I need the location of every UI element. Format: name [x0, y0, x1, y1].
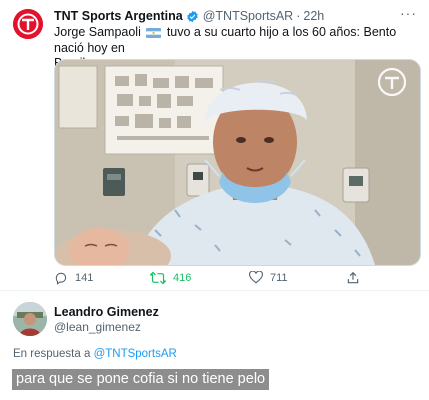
argentina-flag-icon [146, 28, 162, 38]
separator-dot: · [296, 9, 301, 23]
retweet-icon [150, 271, 166, 285]
in-reply-prefix: En respuesta a [13, 348, 91, 360]
like-action[interactable]: 711 [249, 271, 288, 284]
author-handle[interactable]: @TNTSportsAR [203, 9, 293, 23]
in-reply-to: En respuesta a @TNTSportsAR [13, 348, 177, 360]
retweet-count: 416 [173, 272, 192, 284]
more-options-icon[interactable]: ··· [400, 6, 417, 20]
divider [0, 290, 429, 291]
tweet-text-part1: Jorge Sampaoli [54, 25, 141, 39]
retweet-action[interactable]: 416 [150, 271, 191, 285]
share-action[interactable] [346, 271, 360, 285]
tweet-card[interactable]: TNT Sports Argentina @TNTSportsAR · 22h … [0, 0, 429, 289]
share-icon [347, 271, 359, 284]
tweet-actions: 141 416 711 [54, 271, 384, 287]
reply-author-avatar[interactable] [13, 302, 47, 336]
reply-icon [55, 272, 67, 285]
author-name[interactable]: TNT Sports Argentina [54, 9, 183, 23]
tnt-sports-avatar[interactable] [13, 9, 43, 39]
reply-count: 141 [75, 272, 94, 284]
reply-author-name[interactable]: Leandro Gimenez [54, 305, 159, 319]
heart-icon [249, 271, 263, 284]
tweet-media-photo[interactable] [54, 59, 421, 266]
like-count: 711 [270, 271, 288, 284]
tweet-header: TNT Sports Argentina @TNTSportsAR · 22h [54, 8, 399, 24]
verified-badge-icon [186, 10, 199, 23]
reply-author-handle[interactable]: @lean_gimenez [54, 320, 141, 334]
tweet-time[interactable]: 22h [303, 9, 324, 23]
reply-action[interactable]: 141 [54, 271, 93, 285]
in-reply-mention-link[interactable]: @TNTSportsAR [94, 348, 177, 360]
reply-text: para que se pone cofia si no tiene pelo [12, 369, 270, 390]
